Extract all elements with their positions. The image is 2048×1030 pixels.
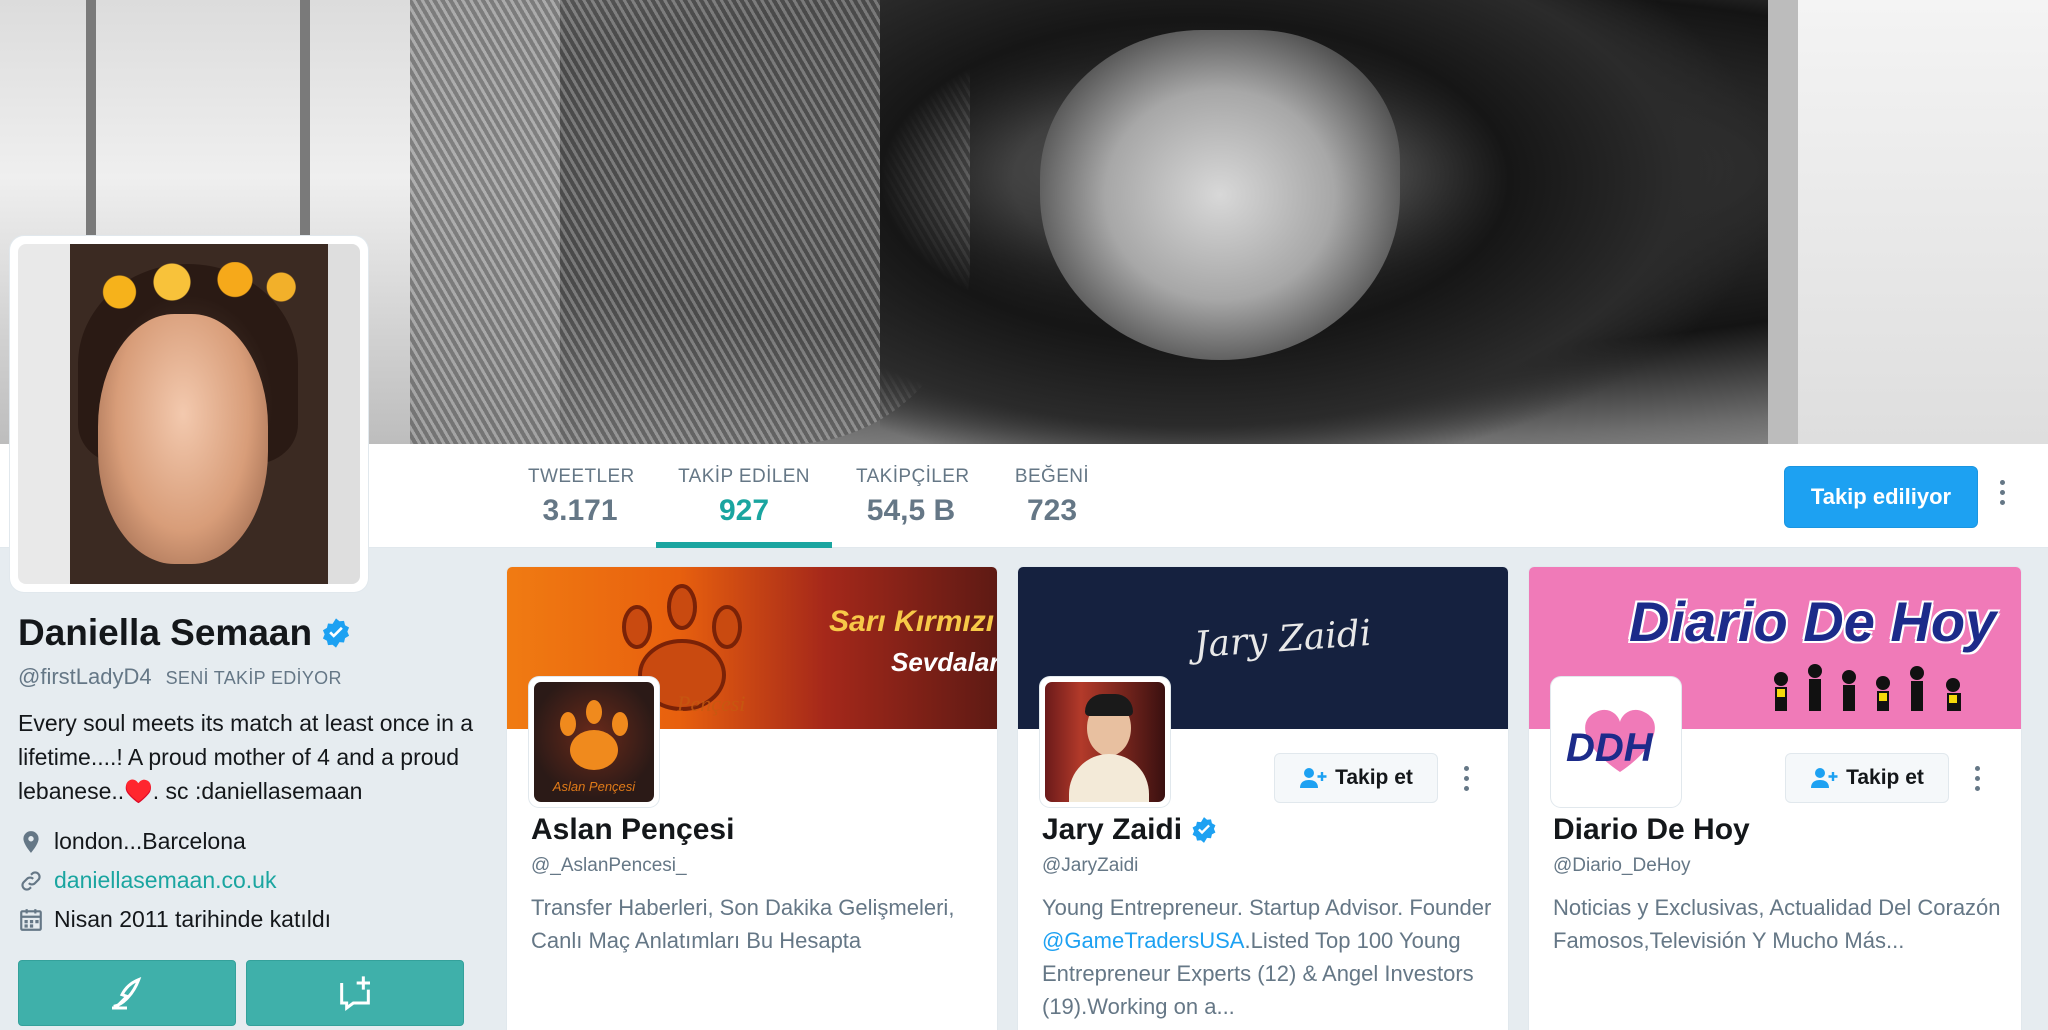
card-avatar[interactable]: DDH bbox=[1551, 677, 1681, 807]
avatar-image: DDH bbox=[1556, 682, 1676, 802]
silhouettes-icon bbox=[1774, 664, 1961, 711]
tweet-to-button[interactable] bbox=[18, 960, 236, 1026]
joined-text: Nisan 2011 tarihinde katıldı bbox=[54, 906, 332, 932]
cover-title: Diario De Hoy bbox=[1629, 590, 1997, 653]
cover-watermark: Pençesi bbox=[677, 691, 746, 716]
location-pin-icon bbox=[23, 830, 39, 853]
cover-signature: Jary Zaidi bbox=[1192, 612, 1373, 667]
more-options-icon[interactable] bbox=[1992, 480, 2012, 505]
user-card-aslan[interactable]: Pençesi Sarı Kırmızı Sevdalar Aslan Penç… bbox=[506, 566, 998, 1030]
add-message-icon bbox=[340, 976, 370, 1011]
profile-handle-row: @firstLadyD4 SENİ TAKİP EDİYOR bbox=[18, 664, 342, 690]
follow-button-label: Takip et bbox=[1846, 766, 1924, 789]
location-text: london...Barcelona bbox=[54, 828, 246, 854]
nav-stat-label: TWEETLER bbox=[528, 466, 635, 487]
card-bio: Noticias y Exclusivas, Actualidad Del Co… bbox=[1553, 895, 2001, 953]
card-more-options-icon[interactable] bbox=[1456, 766, 1476, 791]
nav-stat-value: 54,5 B bbox=[866, 494, 956, 527]
avatar-image: Aslan Pençesi bbox=[534, 682, 654, 802]
card-name-row: Jary Zaidi bbox=[1042, 813, 1218, 847]
following-button[interactable]: Takip ediliyor bbox=[1784, 466, 1978, 528]
nav-stat-value: 723 bbox=[1026, 494, 1078, 527]
profile-actions bbox=[18, 960, 464, 1026]
verified-badge-icon bbox=[1190, 816, 1218, 844]
profile-bio: Every soul meets its match at least once… bbox=[18, 706, 478, 808]
compose-tweet-icon bbox=[112, 977, 142, 1010]
message-button[interactable] bbox=[246, 960, 464, 1026]
card-more-options-icon[interactable] bbox=[1967, 766, 1987, 791]
avatar-butterfly-crown bbox=[88, 262, 298, 312]
nav-stat-value: 3.171 bbox=[542, 494, 618, 527]
bio-tail: . sc :daniellasemaan bbox=[152, 778, 363, 804]
heart-emoji-icon: ♥️ bbox=[124, 778, 153, 804]
card-name[interactable]: Diario De Hoy bbox=[1553, 813, 1750, 847]
avatar-logo-text: DDH bbox=[1566, 726, 1653, 770]
verified-badge-icon bbox=[320, 617, 352, 649]
card-name-row: Diario De Hoy bbox=[1553, 813, 1750, 847]
website-link[interactable]: daniellasemaan.co.uk bbox=[54, 867, 276, 894]
follow-button[interactable]: Takip et bbox=[1274, 753, 1438, 803]
follow-button[interactable]: Takip et bbox=[1785, 753, 1949, 803]
nav-stat-tweets[interactable]: TWEETLER 3.171 bbox=[528, 466, 635, 548]
card-bio: Young Entrepreneur. Startup Advisor. Fou… bbox=[1042, 891, 1492, 1023]
profile-name[interactable]: Daniella Semaan bbox=[18, 612, 312, 654]
avatar-hair bbox=[1085, 694, 1133, 716]
user-card-jary[interactable]: Jary Zaidi Takip et Jary Zaidi @JaryZaid… bbox=[1017, 566, 1509, 1030]
banner-face bbox=[1040, 30, 1400, 360]
profile-website: daniellasemaan.co.uk bbox=[18, 867, 276, 894]
profile-avatar[interactable] bbox=[10, 236, 368, 592]
follow-button-label: Takip et bbox=[1335, 766, 1413, 789]
add-user-icon bbox=[1300, 768, 1327, 788]
nav-stat-label: TAKİP EDİLEN bbox=[678, 466, 810, 487]
nav-stat-likes[interactable]: BEĞENİ 723 bbox=[1014, 466, 1090, 548]
add-user-icon bbox=[1811, 768, 1838, 788]
nav-stat-label: TAKİPÇİLER bbox=[856, 466, 970, 487]
avatar-face bbox=[98, 314, 268, 564]
card-name[interactable]: Jary Zaidi bbox=[1042, 813, 1182, 847]
avatar-caption: Aslan Pençesi bbox=[552, 779, 636, 794]
avatar-photo bbox=[18, 244, 360, 584]
bio-text: Young Entrepreneur. Startup Advisor. Fou… bbox=[1042, 895, 1492, 920]
user-card-diario[interactable]: Diario De Hoy DDH Takip et Diario De Hoy bbox=[1528, 566, 2022, 1030]
calendar-icon bbox=[20, 908, 42, 931]
link-icon bbox=[21, 870, 41, 891]
card-avatar[interactable] bbox=[1040, 677, 1170, 807]
nav-stat-label: BEĞENİ bbox=[1014, 466, 1090, 487]
card-name[interactable]: Aslan Pençesi bbox=[531, 813, 734, 847]
cover-title: Sarı Kırmızı bbox=[829, 605, 995, 638]
card-handle[interactable]: @Diario_DeHoy bbox=[1553, 855, 1691, 877]
card-name-row: Aslan Pençesi bbox=[531, 813, 734, 847]
nav-stat-value: 927 bbox=[718, 494, 770, 527]
banner-right-area bbox=[1768, 0, 2048, 444]
card-avatar[interactable]: Aslan Pençesi bbox=[529, 677, 659, 807]
cover-subtitle: Sevdalar bbox=[891, 647, 998, 677]
profile-location: london...Barcelona bbox=[18, 828, 246, 855]
avatar-image bbox=[1045, 682, 1165, 802]
nav-stat-followers[interactable]: TAKİPÇİLER 54,5 B bbox=[856, 466, 970, 548]
card-handle[interactable]: @_AslanPencesi_ bbox=[531, 855, 687, 877]
profile-joined: Nisan 2011 tarihinde katıldı bbox=[18, 906, 331, 933]
nav-stat-following[interactable]: TAKİP EDİLEN 927 bbox=[656, 466, 832, 548]
mention-link[interactable]: @GameTradersUSA bbox=[1042, 928, 1244, 953]
profile-name-row: Daniella Semaan bbox=[18, 612, 352, 654]
card-handle[interactable]: @JaryZaidi bbox=[1042, 855, 1138, 877]
follows-you-badge: SENİ TAKİP EDİYOR bbox=[165, 668, 342, 688]
avatar-shirt bbox=[1069, 754, 1149, 802]
profile-handle[interactable]: @firstLadyD4 bbox=[18, 664, 152, 690]
card-bio: Transfer Haberleri, Son Dakika Gelişmele… bbox=[531, 895, 955, 953]
